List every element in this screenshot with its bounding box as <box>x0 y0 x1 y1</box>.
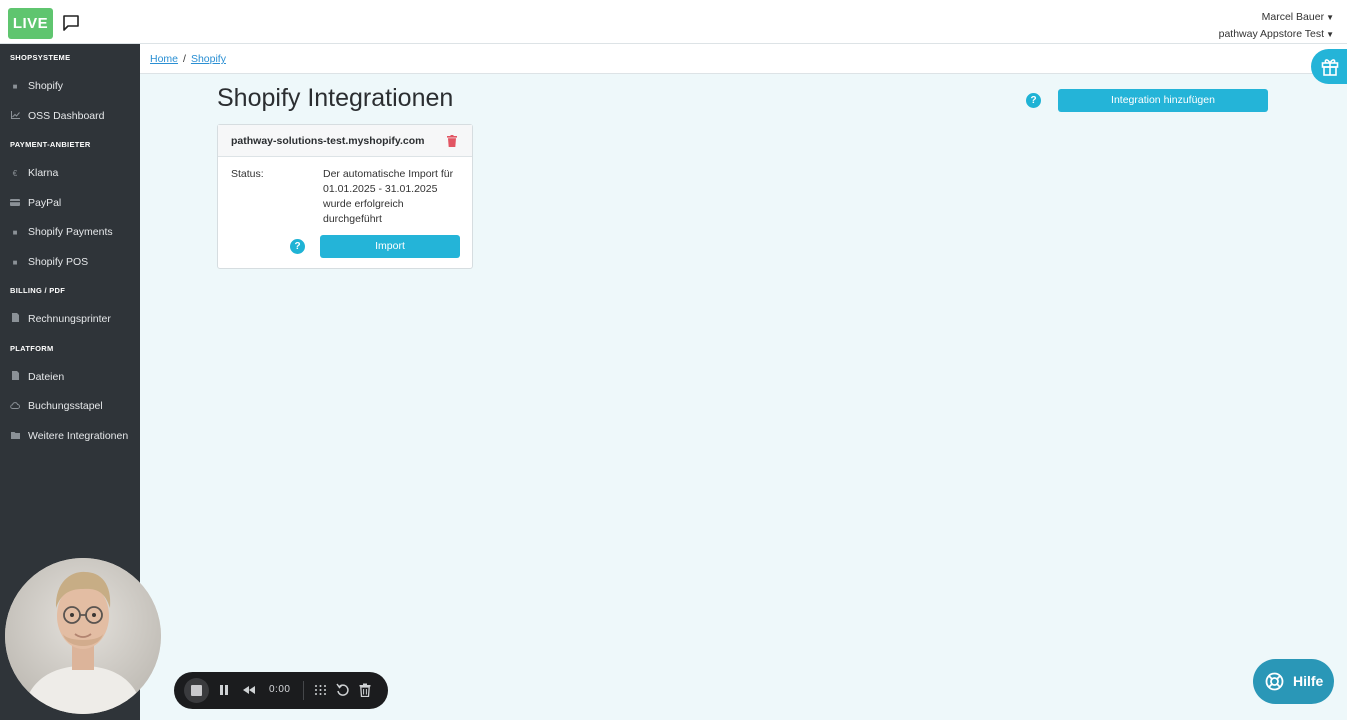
credit-card-icon <box>10 189 20 219</box>
add-integration-button[interactable]: Integration hinzufügen <box>1058 89 1268 112</box>
help-question-icon[interactable]: ? <box>1026 93 1041 108</box>
sidebar-item-buchungsstapel[interactable]: Buchungsstapel <box>0 392 140 422</box>
caret-down-icon: ▼ <box>1326 13 1334 22</box>
integration-card: pathway-solutions-test.myshopify.com Sta… <box>217 124 473 269</box>
sidebar-item-shopify-pos[interactable]: ■ Shopify POS <box>0 248 140 278</box>
recording-timer: 0:00 <box>269 684 291 695</box>
sidebar-item-weitere-integrationen[interactable]: Weitere Integrationen <box>0 422 140 452</box>
caret-down-icon: ▼ <box>1326 30 1334 39</box>
pause-icon[interactable] <box>219 683 229 697</box>
hilfe-label: Hilfe <box>1293 673 1324 689</box>
sidebar-section-platform: PLATFORM <box>10 343 54 353</box>
stop-icon <box>191 685 202 696</box>
sidebar-section-payment: PAYMENT-ANBIETER <box>10 140 91 149</box>
gift-button[interactable] <box>1311 49 1347 84</box>
rewind-icon[interactable] <box>242 683 256 697</box>
sidebar-item-paypal[interactable]: PayPal <box>0 189 140 219</box>
breadcrumb-shopify-link[interactable]: Shopify <box>191 53 226 65</box>
restart-icon[interactable] <box>336 683 349 697</box>
import-help-question-icon[interactable]: ? <box>290 239 305 254</box>
document-icon <box>10 305 20 335</box>
upload-cloud-icon <box>10 392 20 422</box>
folder-icon <box>10 422 20 452</box>
shopping-bag-icon: ■ <box>12 82 18 91</box>
line-chart-icon <box>10 102 20 132</box>
sidebar-section-shopsysteme: SHOPSYSTEME <box>10 53 71 62</box>
gift-icon <box>1321 59 1339 76</box>
euro-icon: € <box>12 169 18 178</box>
trash-icon[interactable] <box>447 135 457 147</box>
webcam-overlay <box>5 558 161 714</box>
user-menu: Marcel Bauer ▼ pathway Appstore Test ▼ <box>1219 9 1334 43</box>
sidebar-item-dateien[interactable]: Dateien <box>0 363 140 393</box>
file-icon <box>10 363 20 393</box>
chat-bubble-icon[interactable] <box>62 14 80 32</box>
delete-recording-icon[interactable] <box>359 683 371 697</box>
sidebar-item-shopify-payments[interactable]: ■ Shopify Payments <box>0 218 140 248</box>
hilfe-help-button[interactable]: Hilfe <box>1253 659 1334 704</box>
grid-icon[interactable] <box>314 683 327 697</box>
live-badge: LIVE <box>8 8 53 39</box>
controls-divider <box>303 681 304 700</box>
stop-recording-button[interactable] <box>184 678 209 703</box>
breadcrumb: Home / Shopify <box>140 44 1347 74</box>
status-value: Der automatische Import für 01.01.2025 -… <box>323 168 454 225</box>
import-button[interactable]: Import <box>320 235 460 258</box>
breadcrumb-separator: / <box>183 53 186 65</box>
presenter-avatar <box>5 558 161 714</box>
sidebar-item-rechnungsprinter[interactable]: Rechnungsprinter <box>0 305 140 335</box>
sidebar-item-oss-dashboard[interactable]: OSS Dashboard <box>0 102 140 132</box>
shopping-bag-icon: ■ <box>12 228 18 237</box>
sidebar-section-billing: BILLING / PDF <box>10 286 66 295</box>
page-title: Shopify Integrationen <box>217 84 454 112</box>
sidebar-item-klarna[interactable]: € Klarna <box>0 159 140 189</box>
user-name-dropdown[interactable]: Marcel Bauer ▼ <box>1219 9 1334 26</box>
breadcrumb-home-link[interactable]: Home <box>150 53 178 65</box>
recording-controls: 0:00 <box>174 672 388 709</box>
card-header: pathway-solutions-test.myshopify.com <box>218 125 472 157</box>
account-dropdown[interactable]: pathway Appstore Test ▼ <box>1219 26 1334 43</box>
shopping-bag-icon: ■ <box>12 257 18 267</box>
top-header: LIVE Marcel Bauer ▼ pathway Appstore Test… <box>0 0 1347 44</box>
status-label: Status: <box>231 168 264 180</box>
shop-domain: pathway-solutions-test.myshopify.com <box>231 135 425 147</box>
sidebar-item-shopify[interactable]: ■ Shopify <box>0 72 140 102</box>
lifebuoy-icon <box>1265 672 1284 691</box>
